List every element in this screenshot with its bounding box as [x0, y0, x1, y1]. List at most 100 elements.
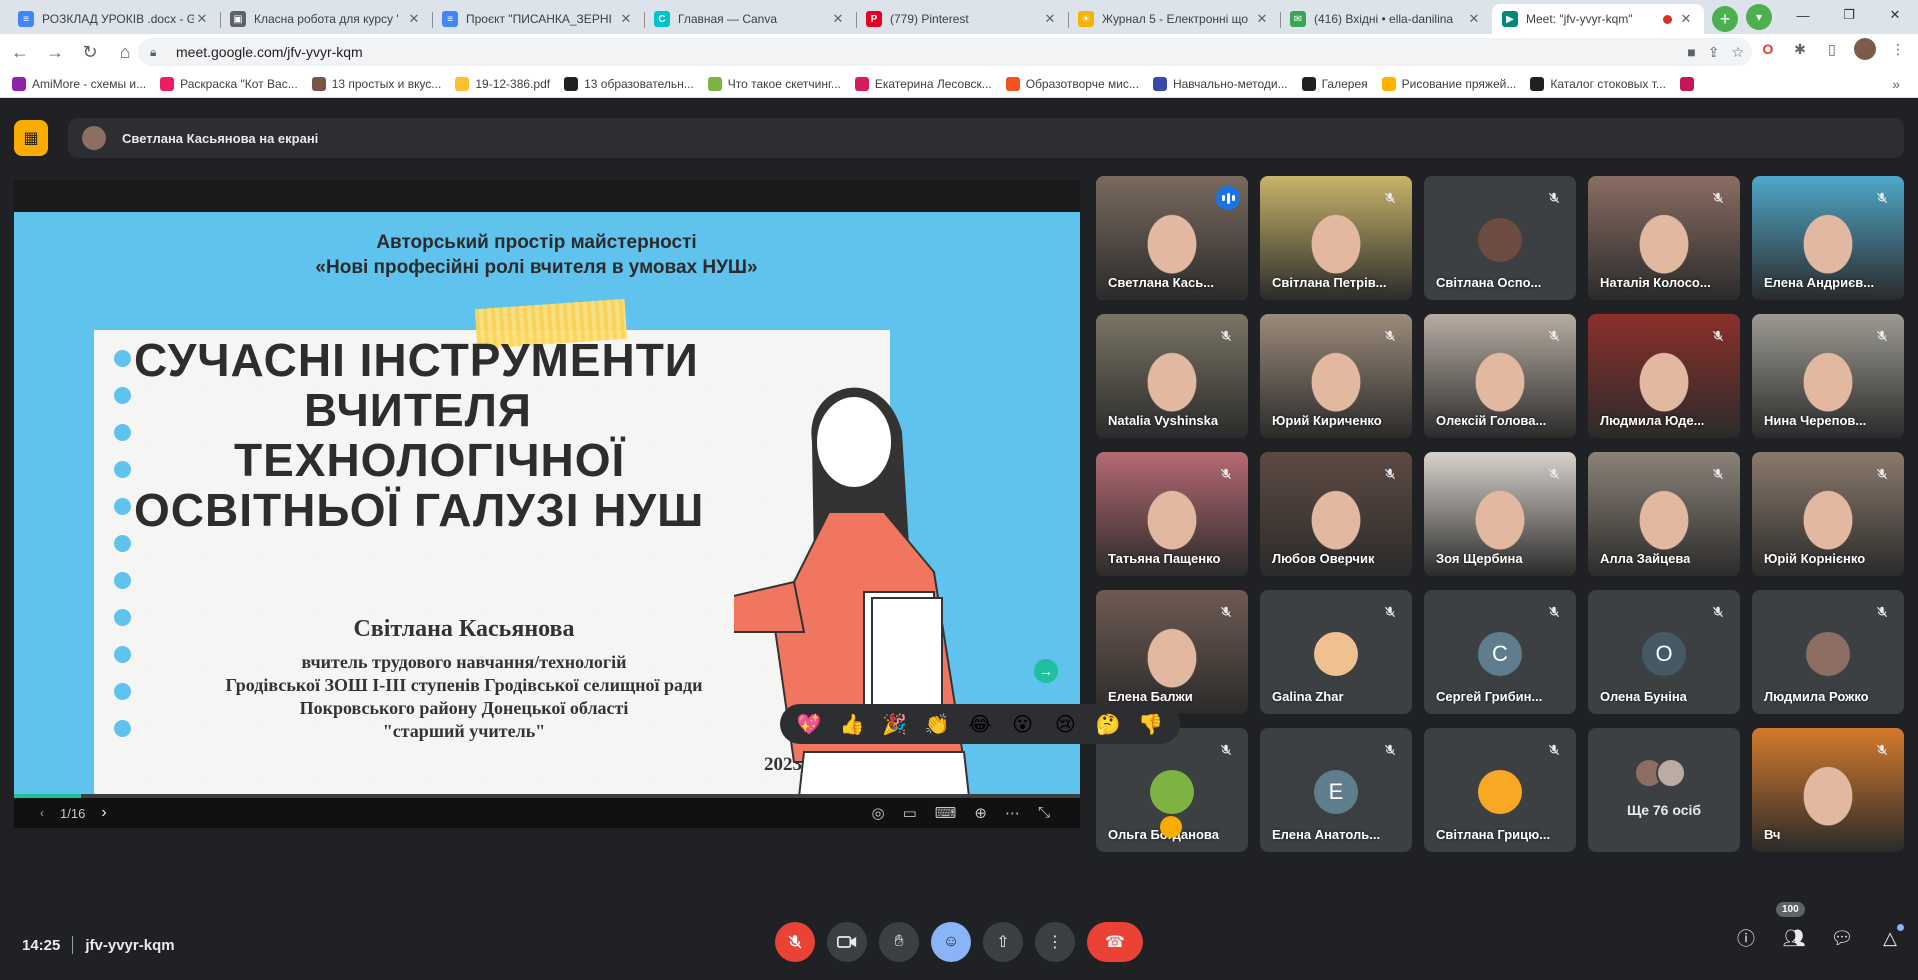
address-bar[interactable]: 🔒︎ meet.google.com/jfv-yvyr-kqm ■ ⇪ ☆	[138, 38, 1752, 66]
browser-tab[interactable]: ✉ (416) Вхідні • ella-danilina ✕	[1280, 4, 1492, 34]
back-icon[interactable]: ←	[5, 37, 35, 67]
exit-fullscreen-icon[interactable]: ⤡	[1038, 804, 1050, 822]
participant-tile[interactable]: Юрий Кириченко	[1260, 314, 1412, 438]
profile-avatar[interactable]	[1854, 38, 1876, 60]
browser-tab[interactable]: C Главная — Canva ✕	[644, 4, 856, 34]
leave-call-button[interactable]: ☎	[1087, 922, 1143, 962]
reload-icon[interactable]: ↻	[75, 37, 105, 67]
participant-tile[interactable]: Е Елена Анатоль...	[1260, 728, 1412, 852]
participant-tile[interactable]: Светлана Кась...	[1096, 176, 1248, 300]
tab-close-icon[interactable]: ✕	[1466, 11, 1482, 27]
share-icon[interactable]: ⇪	[1708, 44, 1720, 61]
participant-tile[interactable]: Вч	[1752, 728, 1904, 852]
tab-close-icon[interactable]: ✕	[1042, 11, 1058, 27]
bookmark-item[interactable]: Каталог стоковых т...	[1530, 76, 1666, 91]
reaction-emoji[interactable]: 😂	[965, 712, 995, 737]
bookmark-item[interactable]	[1679, 76, 1700, 91]
raise-hand-button[interactable]: ✋︎	[879, 922, 919, 962]
browser-tab[interactable]: ≡ Проєкт "ПИСАНКА_ЗЕРНІ ✕	[432, 4, 644, 34]
more-participants-tile[interactable]: Ще 76 осіб	[1588, 728, 1740, 852]
participant-tile[interactable]: Любов Оверчик	[1260, 452, 1412, 576]
slide-next-arrow-icon[interactable]: →	[1034, 659, 1058, 683]
reaction-emoji[interactable]: 👎	[1136, 712, 1166, 737]
layout-icon[interactable]: ▭	[903, 804, 917, 822]
minimize-icon[interactable]: —	[1780, 0, 1826, 30]
home-icon[interactable]: ⌂	[110, 37, 140, 67]
tab-close-icon[interactable]: ✕	[618, 11, 634, 27]
reaction-emoji[interactable]: 😮	[1008, 712, 1038, 737]
people-icon[interactable]: 👥︎ 100	[1776, 902, 1808, 952]
skin-tone-picker[interactable]	[1160, 816, 1182, 838]
side-panel-icon[interactable]: ▯	[1822, 39, 1842, 59]
lock-icon[interactable]: 🔒︎	[150, 45, 168, 60]
new-tab-button[interactable]: +	[1712, 6, 1738, 32]
participant-tile[interactable]: Татьяна Пащенко	[1096, 452, 1248, 576]
forward-icon[interactable]: →	[40, 37, 70, 67]
browser-tab[interactable]: ▶ Meet: "jfv-yvyr-kqm" ✕	[1492, 4, 1704, 34]
browser-tab[interactable]: ▣ Класна робота для курсу ' ✕	[220, 4, 432, 34]
kebab-menu-icon[interactable]: ⋮	[1888, 39, 1908, 59]
browser-tab[interactable]: P (779) Pinterest ✕	[856, 4, 1068, 34]
participant-tile[interactable]: С Сергей Грибин...	[1424, 590, 1576, 714]
reaction-emoji[interactable]: 😢	[1050, 712, 1080, 737]
maximize-icon[interactable]: ❐	[1826, 0, 1872, 30]
browser-tab[interactable]: ☀ Журнал 5 - Електронні що ✕	[1068, 4, 1280, 34]
bookmark-item[interactable]: Галерея	[1301, 76, 1368, 91]
bookmark-item[interactable]: AmiMore - схемы и...	[12, 76, 146, 91]
reactions-button[interactable]: ☺	[931, 922, 971, 962]
next-slide-icon[interactable]: ›	[101, 804, 106, 822]
participant-tile[interactable]: Елена Андриєв...	[1752, 176, 1904, 300]
stop-presenting-icon[interactable]: ▦	[14, 120, 48, 156]
browser-tab[interactable]: ≡ РОЗКЛАД УРОКІВ .docx - G ✕	[8, 4, 220, 34]
tab-close-icon[interactable]: ✕	[1254, 11, 1270, 27]
tab-close-icon[interactable]: ✕	[194, 11, 210, 27]
puzzle-icon[interactable]: ✱	[1790, 39, 1810, 59]
bookmark-item[interactable]: Рисование пряжей...	[1381, 76, 1516, 91]
keyboard-icon[interactable]: ⌨	[935, 804, 957, 822]
bookmark-item[interactable]: Екатерина Лесовск...	[854, 76, 992, 91]
more-options-icon[interactable]: ⋯	[1005, 804, 1020, 822]
meeting-details-icon[interactable]: ⓘ	[1732, 924, 1760, 952]
camera-button[interactable]	[827, 922, 867, 962]
participant-tile[interactable]: Нина Черепов...	[1752, 314, 1904, 438]
participant-tile[interactable]: Людмила Рожко	[1752, 590, 1904, 714]
participant-tile[interactable]: Елена Балжи	[1096, 590, 1248, 714]
participant-tile[interactable]: Galina Zhar	[1260, 590, 1412, 714]
reaction-emoji[interactable]: 👍	[837, 712, 867, 737]
broadcast-icon[interactable]: ◎	[871, 804, 884, 822]
bookmark-item[interactable]: Навчально-методи...	[1152, 76, 1288, 91]
present-button[interactable]: ⇧	[983, 922, 1023, 962]
camera-icon[interactable]: ■	[1687, 44, 1695, 61]
reaction-emoji[interactable]: 👏	[922, 712, 952, 737]
bookmark-item[interactable]: Образотворче мис...	[1005, 76, 1139, 91]
participant-tile[interactable]: Зоя Щербина	[1424, 452, 1576, 576]
participant-tile[interactable]: Світлана Оспо...	[1424, 176, 1576, 300]
reaction-emoji[interactable]: 🤔	[1093, 712, 1123, 737]
tab-close-icon[interactable]: ✕	[830, 11, 846, 27]
tab-close-icon[interactable]: ✕	[1678, 11, 1694, 27]
tab-close-icon[interactable]: ✕	[406, 11, 422, 27]
participant-tile[interactable]: Natalia Vyshinska	[1096, 314, 1248, 438]
bookmark-item[interactable]: Раскраска "Кот Вас...	[160, 76, 298, 91]
bookmark-item[interactable]: 13 простых и вкус...	[311, 76, 441, 91]
bookmarks-more-icon[interactable]: »	[1892, 76, 1900, 92]
bookmark-item[interactable]: 13 образовательн...	[564, 76, 694, 91]
participant-tile[interactable]: Наталія Колосо...	[1588, 176, 1740, 300]
participant-tile[interactable]: О Олена Буніна	[1588, 590, 1740, 714]
mic-off-button[interactable]	[775, 922, 815, 962]
participant-tile[interactable]: Алла Зайцева	[1588, 452, 1740, 576]
close-window-icon[interactable]: ✕	[1872, 0, 1918, 30]
participant-tile[interactable]: Юрій Корнієнко	[1752, 452, 1904, 576]
more-button[interactable]: ⋮	[1035, 922, 1075, 962]
chat-icon[interactable]: 💬︎	[1828, 924, 1856, 952]
participant-tile[interactable]: Світлана Петрів...	[1260, 176, 1412, 300]
bookmark-item[interactable]: 19-12-386.pdf	[455, 76, 550, 91]
bookmark-star-icon[interactable]: ☆	[1731, 44, 1744, 61]
bookmark-item[interactable]: Что такое скетчинг...	[707, 76, 841, 91]
reaction-emoji[interactable]: 💖	[794, 712, 824, 737]
prev-slide-icon[interactable]: ‹	[40, 806, 44, 820]
participant-tile[interactable]: Світлана Грицю...	[1424, 728, 1576, 852]
participant-tile[interactable]: Олексій Голова...	[1424, 314, 1576, 438]
activities-icon[interactable]: △	[1876, 924, 1904, 952]
participant-tile[interactable]: Людмила Юде...	[1588, 314, 1740, 438]
